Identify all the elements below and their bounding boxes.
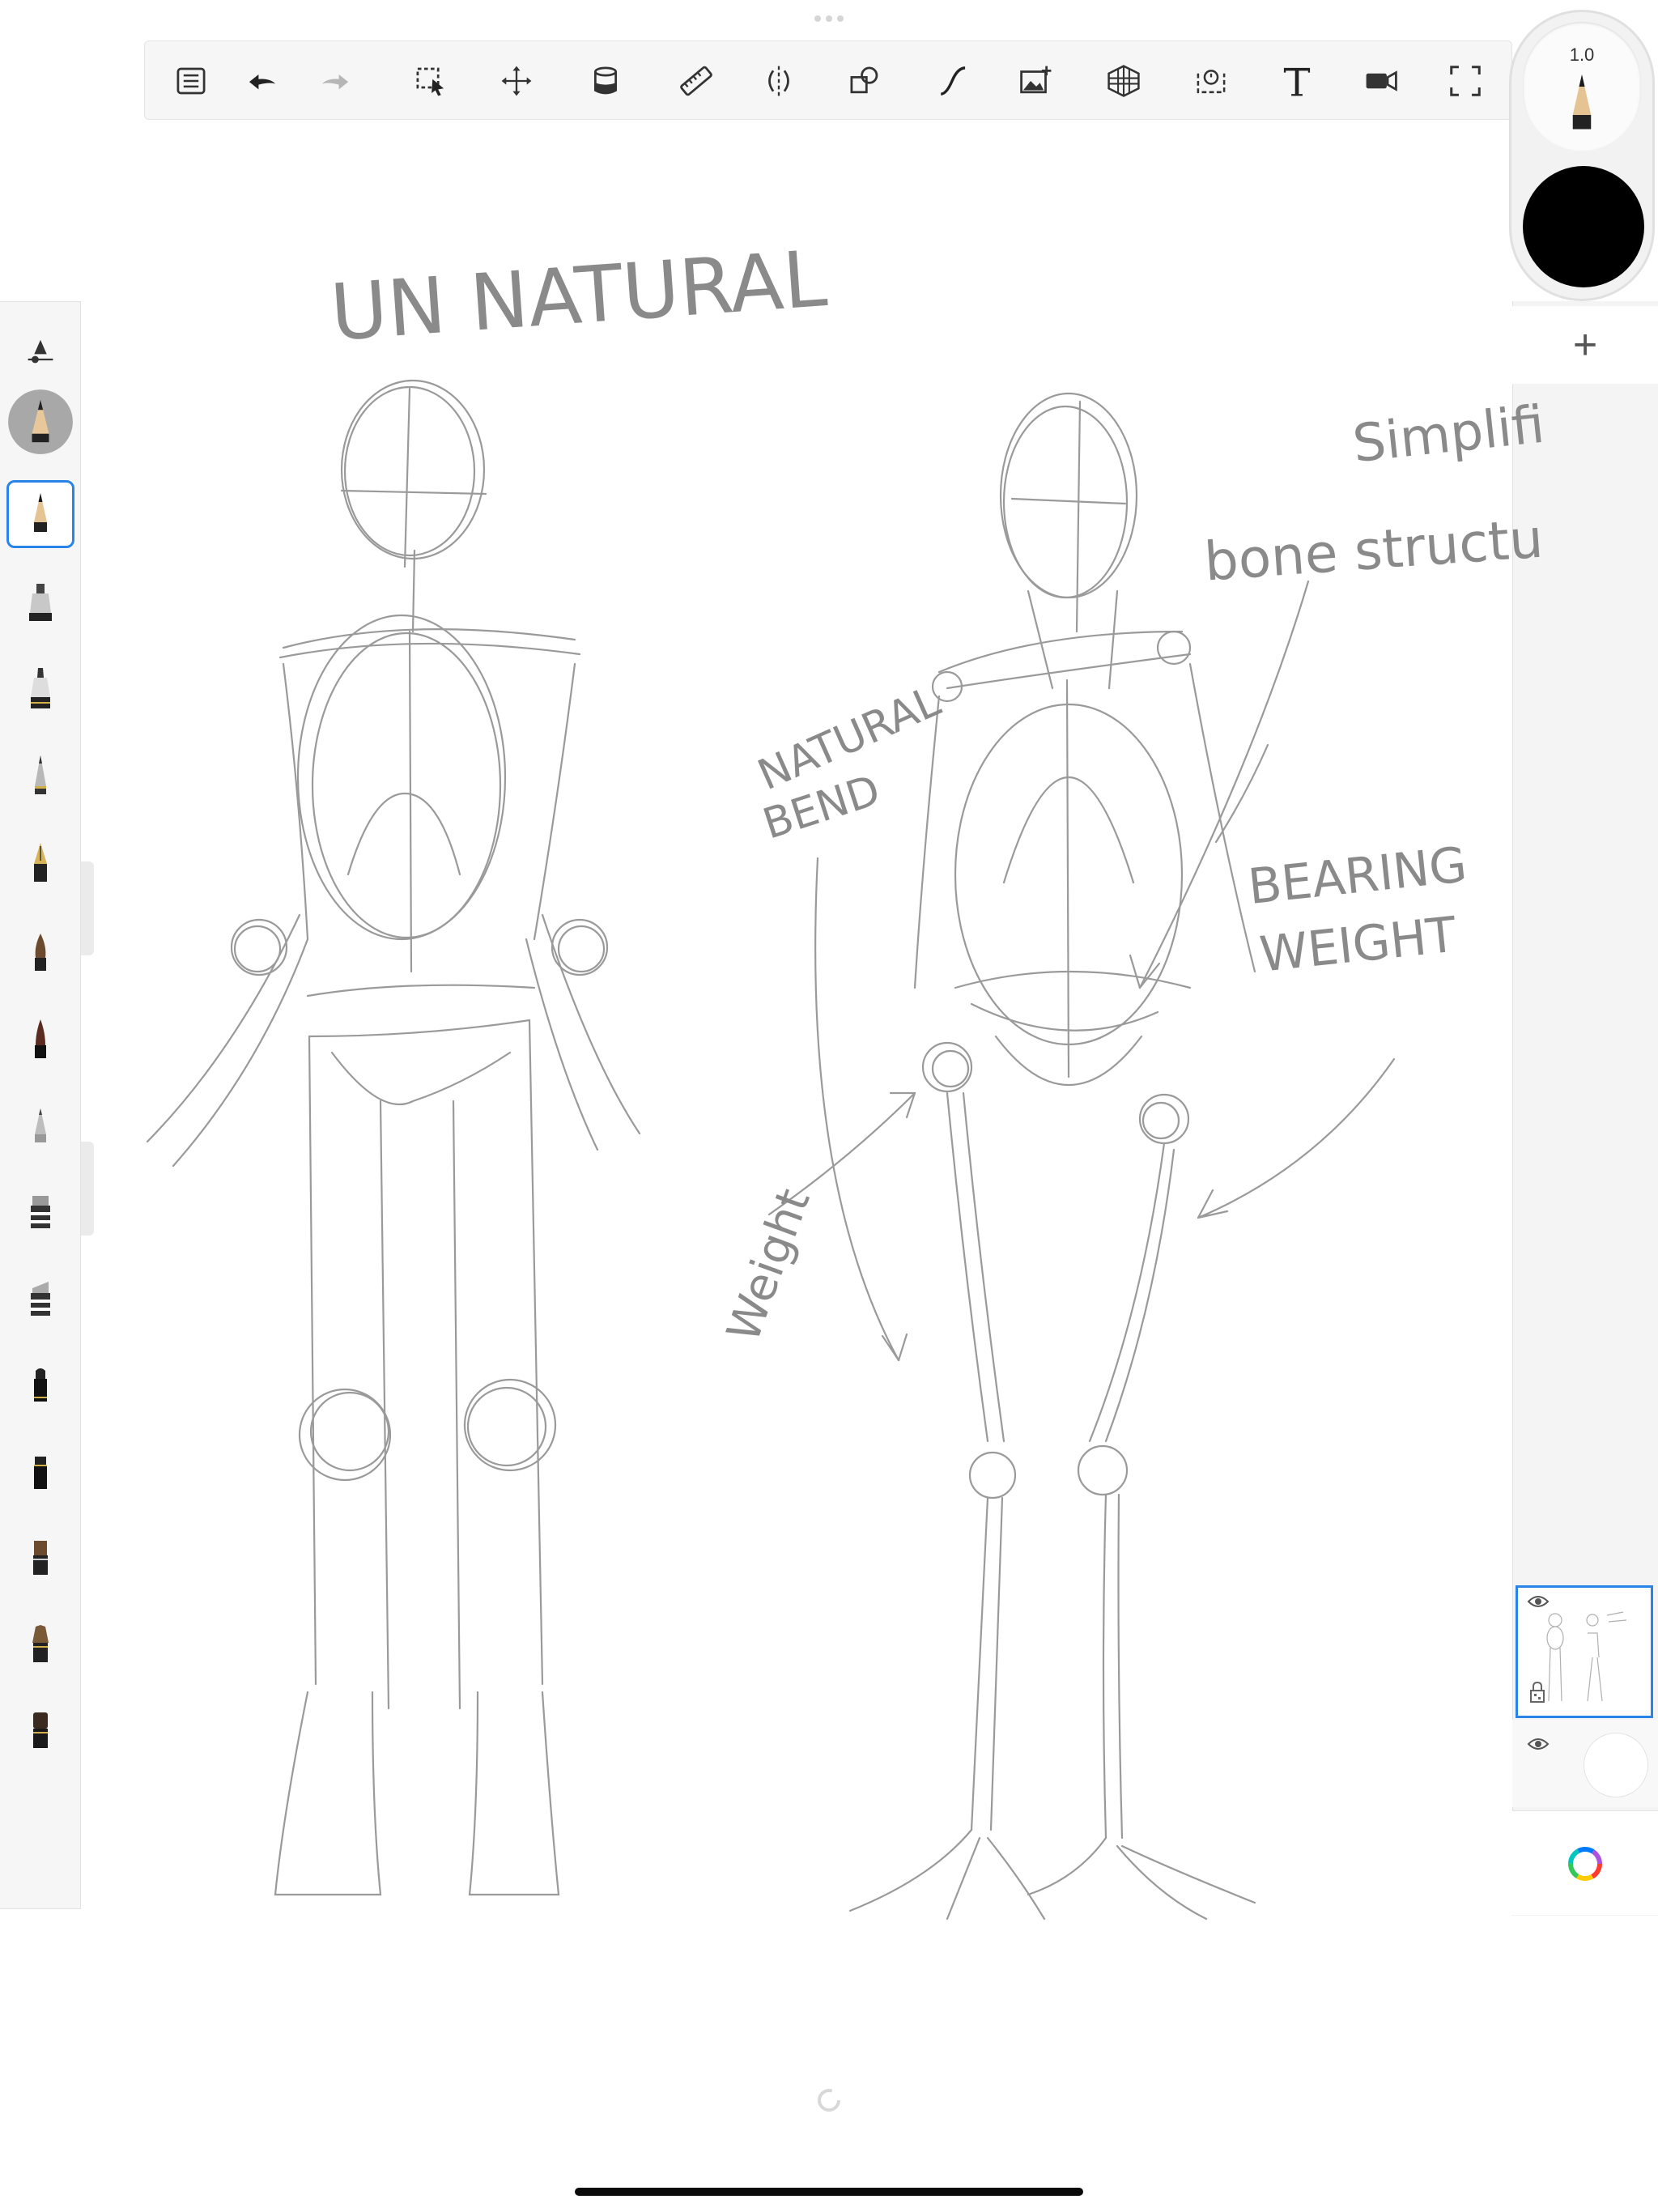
layer-2-thumbnail[interactable] [1584,1733,1648,1797]
brush-pen[interactable] [6,1006,74,1074]
record-icon[interactable] [1359,59,1403,103]
pencil-icon [1572,74,1592,130]
flipbook-icon[interactable] [1189,59,1233,103]
drawing-canvas[interactable]: UN NATURAL Simplified bone structure NAT… [138,211,1546,1959]
color-wheel-icon[interactable] [1567,1846,1603,1882]
list-icon[interactable] [169,59,213,103]
brush-soft-eraser[interactable] [6,1266,74,1334]
brush-marker[interactable] [6,569,74,637]
brush-pencil-silver[interactable] [6,742,74,810]
select-icon[interactable] [409,59,453,103]
brush-ink-pen[interactable] [6,655,74,723]
symmetry-icon[interactable] [757,59,801,103]
sync-icon [818,2089,840,2112]
top-toolbar [144,40,1512,120]
fullscreen-icon[interactable] [1443,59,1487,103]
perspective-icon[interactable] [1102,59,1146,103]
transform-icon[interactable] [495,59,538,103]
brush-marker-square[interactable] [6,1439,74,1507]
brush-flat[interactable] [6,1525,74,1593]
brush-palette [0,301,81,1909]
size-slider-handle[interactable] [81,861,94,955]
sketch-note-simplified-1: Simplified [1350,388,1546,474]
fill-icon[interactable] [584,59,627,103]
brush-paint-brush[interactable] [6,919,74,987]
window-grabber[interactable] [813,15,845,23]
brush-size-puck[interactable]: 1.0 [1523,22,1641,151]
sketch-note-bearing-2: WEIGHT [1257,907,1460,984]
brush-round[interactable] [6,1698,74,1766]
text-icon[interactable] [1275,59,1319,103]
plus-icon: + [1572,321,1598,368]
home-indicator[interactable] [575,2188,1083,2196]
shapes-icon[interactable] [843,59,886,103]
opacity-slider-handle[interactable] [81,1142,94,1236]
brush-settings-icon[interactable] [6,317,74,385]
brush-marker-black[interactable] [6,1351,74,1419]
undo-icon[interactable] [240,59,284,103]
sketch-title: UN NATURAL [328,233,830,359]
sketch-note-bearing-1: BEARING [1245,836,1469,916]
brush-fan[interactable] [6,1612,74,1680]
ruler-icon[interactable] [674,59,718,103]
sketch-note-simplified-2: bone structure [1202,504,1546,593]
brush-size-label: 1.0 [1569,45,1595,65]
brush-preview[interactable] [6,388,74,456]
sketch-note-weight: Weight [717,1182,821,1349]
curve-icon[interactable] [930,59,974,103]
brush-pencil[interactable] [6,480,74,548]
redo-icon[interactable] [313,59,357,103]
add-image-icon[interactable] [1014,59,1058,103]
brush-airbrush[interactable] [6,1092,74,1160]
brush-fountain-pen[interactable] [6,830,74,898]
brush-eraser[interactable] [6,1178,74,1246]
